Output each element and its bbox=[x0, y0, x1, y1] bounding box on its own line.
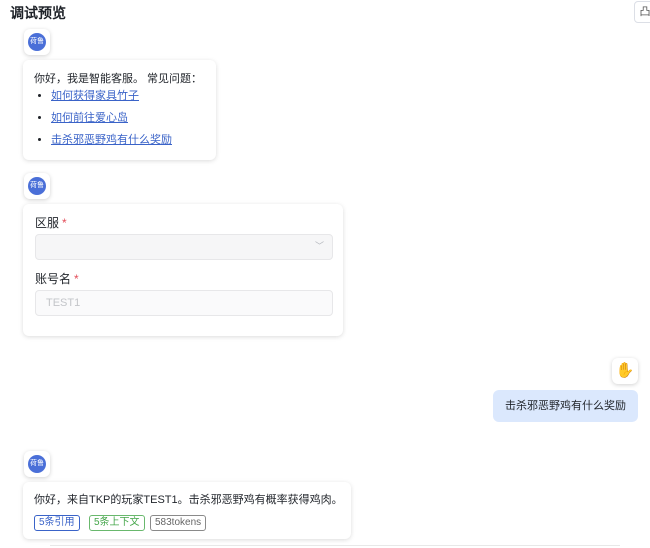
region-label: 区服 * bbox=[35, 216, 67, 230]
faq-link[interactable]: 击杀邪恶野鸡有什么奖励 bbox=[51, 134, 172, 146]
list-item: 如何前往爱心岛 bbox=[51, 107, 172, 129]
chat-icon[interactable]: 凸 bbox=[634, 1, 650, 23]
account-form: 区服 * ﹀ 账号名 * TEST1 bbox=[23, 204, 343, 336]
account-label: 账号名 * bbox=[35, 272, 79, 286]
tokens-tag: 583tokens bbox=[150, 515, 207, 531]
answer-text: 你好，来自TKP的玩家TEST1。击杀邪恶野鸡有概率获得鸡肉。 bbox=[34, 494, 343, 506]
bot-avatar-label: 荷鲁 bbox=[28, 177, 46, 195]
bot-avatar-label: 荷鲁 bbox=[28, 33, 46, 51]
page-title: 调试预览 bbox=[10, 5, 66, 21]
account-input[interactable]: TEST1 bbox=[35, 290, 333, 316]
bot-avatar: 荷鲁 bbox=[24, 29, 50, 55]
chevron-down-icon: ﹀ bbox=[314, 241, 324, 251]
required-mark: * bbox=[62, 216, 67, 230]
user-message-bubble: 击杀邪恶野鸡有什么奖励 bbox=[493, 390, 638, 422]
bot-avatar: 荷鲁 bbox=[24, 173, 50, 199]
faq-list: 如何获得家具竹子 如何前往爱心岛 击杀邪恶野鸡有什么奖励 bbox=[34, 85, 172, 151]
greeting-intro: 你好，我是智能客服。 常见问题： bbox=[34, 73, 203, 85]
faq-link[interactable]: 如何获得家具竹子 bbox=[51, 90, 139, 102]
greeting-message: 你好，我是智能客服。 常见问题： 如何获得家具竹子 如何前往爱心岛 击杀邪恶野鸡… bbox=[23, 60, 216, 160]
context-tag[interactable]: 5条上下文 bbox=[89, 515, 145, 531]
list-item: 击杀邪恶野鸡有什么奖励 bbox=[51, 129, 172, 151]
region-select[interactable]: ﹀ bbox=[35, 234, 333, 260]
required-mark: * bbox=[74, 272, 79, 286]
user-avatar-icon: ✋ bbox=[612, 358, 638, 384]
faq-link[interactable]: 如何前往爱心岛 bbox=[51, 112, 128, 124]
list-item: 如何获得家具竹子 bbox=[51, 85, 172, 107]
bot-avatar: 荷鲁 bbox=[24, 451, 50, 477]
bot-avatar-label: 荷鲁 bbox=[28, 455, 46, 473]
divider bbox=[50, 545, 620, 546]
references-tag[interactable]: 5条引用 bbox=[34, 515, 80, 531]
answer-message: 你好，来自TKP的玩家TEST1。击杀邪恶野鸡有概率获得鸡肉。 5条引用 5条上… bbox=[23, 482, 351, 539]
